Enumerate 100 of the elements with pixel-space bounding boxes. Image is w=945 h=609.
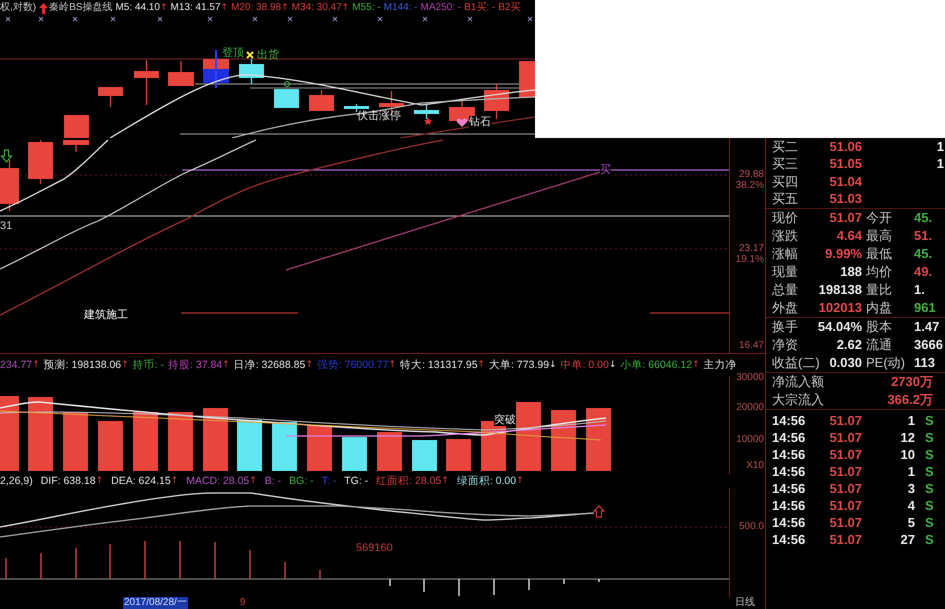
- chart-annotation: 买: [600, 164, 611, 176]
- tick-volume: 12: [900, 430, 915, 446]
- candlestick: [63, 140, 89, 152]
- tick-price: 51.07: [829, 446, 862, 462]
- volume-bar: [237, 420, 262, 471]
- cross-marker-icon: [378, 16, 382, 22]
- tick-volume: 5: [908, 514, 915, 530]
- tick-price: 51.07: [829, 430, 862, 446]
- volume-bar: [377, 432, 402, 471]
- axis-label: 500.0: [738, 521, 764, 533]
- arrow-icon: ↑: [441, 475, 449, 487]
- chart-annotation: 伏击涨停: [357, 110, 401, 122]
- tick-time: 14:56: [772, 514, 806, 530]
- axis-label: 16.47: [738, 340, 764, 352]
- tick-side: S: [925, 446, 934, 462]
- bid-price: 51.03: [829, 191, 862, 208]
- arrow-icon: ↑: [692, 359, 700, 371]
- indicator-value: M5: 44.10: [115, 2, 160, 14]
- quote-label: 现价: [772, 210, 798, 226]
- bid-label: 买二: [772, 138, 798, 155]
- indicator-value: 日净: 32688.85: [234, 359, 306, 371]
- chart-annotation: 31: [0, 220, 12, 232]
- chart-annotation: 出货: [257, 49, 279, 61]
- axis-label: X10: [746, 460, 764, 472]
- indicator-value: 权,对数): [0, 2, 36, 14]
- quote-value: 188: [840, 264, 862, 280]
- volume-bar: [516, 402, 541, 471]
- bid-volume: 1: [936, 156, 944, 172]
- arrow-icon: ↑: [249, 475, 257, 487]
- quote-label: PE(动): [866, 355, 905, 371]
- candlestick: [28, 140, 53, 184]
- quote-label: 流通: [866, 337, 892, 353]
- tick-price: 51.07: [829, 498, 862, 514]
- indicator-value: 持币: -: [132, 359, 164, 371]
- tick-side: S: [925, 498, 934, 514]
- bid-price: 51.04: [829, 174, 862, 190]
- quote-label: 总量: [772, 282, 798, 298]
- cross-marker-icon: [288, 16, 292, 22]
- star-marker-icon: [424, 117, 432, 125]
- volume-bar: [551, 410, 576, 471]
- period-label: 日线: [735, 597, 755, 609]
- down-arrow-icon: [0, 150, 13, 163]
- cursor-label: 9: [240, 597, 246, 609]
- indicator-value: M55: -: [352, 2, 381, 14]
- bid-volume: 1: [936, 138, 944, 155]
- quote-label: 内盘: [866, 300, 892, 316]
- candlestick: [0, 160, 19, 211]
- cross-marker-icon: [38, 16, 44, 22]
- tick-side: S: [925, 480, 934, 496]
- axis-label: 30000: [736, 372, 764, 384]
- indicator-value: 大单: 773.99: [489, 359, 550, 371]
- flow-value: 2730万: [891, 374, 933, 390]
- arrow-icon: ↑: [121, 359, 129, 371]
- volume-bar: [63, 412, 88, 471]
- heart-icon: [456, 118, 468, 127]
- quote-value: 49.: [914, 264, 932, 280]
- indicator-value: T: -: [322, 475, 336, 487]
- quote-label: 股本: [866, 319, 892, 335]
- quote-label: 量比: [866, 282, 892, 298]
- axis-label: 38.2%: [736, 180, 764, 192]
- quote-value: 4.64: [836, 228, 862, 244]
- quote-label: 涨跌: [772, 228, 798, 244]
- indicator-value: 持股: 37.84: [168, 359, 222, 371]
- volume-bar: [272, 422, 297, 471]
- indicator-value: B2买: [498, 2, 520, 14]
- candlestick: [168, 61, 194, 86]
- arrow-icon: ↑: [160, 2, 168, 14]
- bid-price: 51.05: [829, 156, 862, 172]
- candlestick: [309, 90, 334, 111]
- quote-label: 今开: [866, 210, 892, 226]
- tick-time: 14:56: [772, 464, 806, 480]
- indicator-value: M13: 41.57: [170, 2, 221, 14]
- volume-bar: [203, 408, 228, 471]
- bid-label: 买三: [772, 156, 798, 172]
- candlestick: [274, 89, 299, 108]
- quote-label: 外盘: [772, 300, 798, 316]
- cross-marker-icon: [468, 16, 472, 22]
- axis-label: 29.88: [738, 169, 764, 181]
- tick-side: S: [925, 464, 934, 480]
- tick-volume: 4: [908, 498, 915, 514]
- indicator-value: M34: 30.47: [292, 2, 342, 14]
- circle-marker-icon: [284, 81, 290, 87]
- chart-annotation: 建筑施工: [84, 309, 128, 321]
- candlestick: [344, 104, 369, 112]
- quote-label: 换手: [772, 319, 798, 335]
- tick-time: 14:56: [772, 480, 806, 496]
- chart-annotation: 突破: [494, 414, 516, 426]
- indicator-value: 预测: 198138.06: [44, 359, 122, 371]
- quote-value: 961: [914, 300, 936, 316]
- tick-side: S: [925, 430, 934, 446]
- quote-value: 9.99%: [825, 246, 862, 262]
- arrow-icon: ↑: [305, 359, 313, 371]
- indicator-value: M20: 38.98: [231, 2, 282, 14]
- cross-marker-icon: [72, 16, 78, 22]
- cross-marker-icon: [252, 16, 258, 22]
- arrow-icon: ↑: [388, 359, 396, 371]
- arrow-icon: ↓: [608, 359, 616, 371]
- cross-marker-icon: [6, 16, 10, 22]
- indicator-value: 红面积: 28.05: [376, 475, 442, 487]
- tick-time: 14:56: [772, 446, 806, 462]
